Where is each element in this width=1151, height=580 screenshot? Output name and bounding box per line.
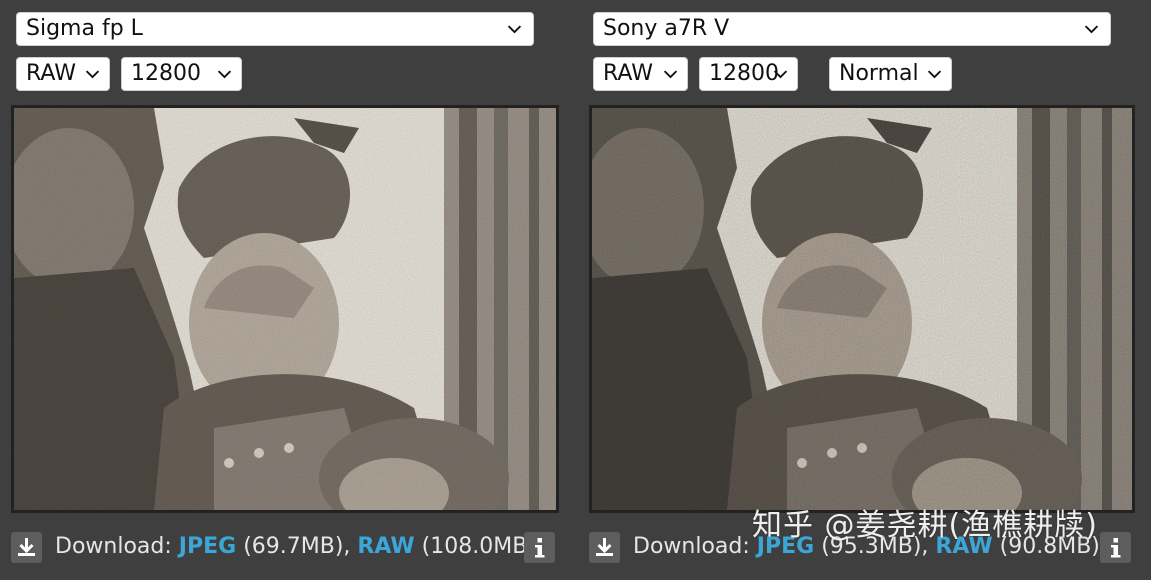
download-label: Download: [633, 534, 750, 559]
engraving-crop-image [14, 108, 556, 510]
info-button-right[interactable] [1100, 532, 1131, 563]
iso-select-value: 12800 [131, 61, 201, 86]
download-text-left: Download: JPEG (69.7MB), RAW (108.0MB) [55, 532, 536, 562]
format-select-right[interactable]: RAW [593, 57, 688, 91]
raw-file-size: (108.0MB) [421, 534, 536, 559]
camera-select-value: Sigma fp L [26, 16, 143, 41]
iso-select-right[interactable]: 12800 [699, 57, 798, 91]
iso-select-left[interactable]: 12800 [121, 57, 242, 91]
engraving-crop-image [592, 108, 1132, 510]
chevron-down-icon [927, 70, 942, 79]
download-icon [18, 538, 35, 556]
download-icon [596, 538, 613, 556]
camera-select-value: Sony a7R V [603, 16, 730, 41]
watermark-text: 知乎 @姜尧耕(渔樵耕牍) [752, 508, 1098, 543]
mode-select-right[interactable]: Normal [829, 57, 952, 91]
info-button-left[interactable] [524, 532, 555, 563]
format-select-left[interactable]: RAW [16, 57, 110, 91]
right-camera-panel: Sony a7R V RAW 12800 Normal Download: JP… [578, 0, 1151, 580]
iso-select-value: 12800 [709, 61, 779, 86]
chevron-down-icon [663, 70, 678, 79]
raw-download-link[interactable]: RAW [357, 534, 414, 559]
info-icon [535, 538, 545, 558]
format-select-value: RAW [603, 61, 653, 86]
comparison-viewer: Sigma fp L RAW 12800 Download: JPEG (69.… [0, 0, 1151, 580]
info-icon [1111, 538, 1121, 558]
jpeg-download-link[interactable]: JPEG [179, 534, 236, 559]
chevron-down-icon [217, 70, 232, 79]
sample-image-right[interactable] [589, 105, 1135, 513]
left-camera-panel: Sigma fp L RAW 12800 Download: JPEG (69.… [0, 0, 575, 580]
camera-select-right[interactable]: Sony a7R V [593, 12, 1111, 46]
chevron-down-icon [85, 70, 100, 79]
chevron-down-icon [773, 70, 788, 79]
camera-select-left[interactable]: Sigma fp L [16, 12, 534, 46]
download-button-right[interactable] [589, 532, 620, 563]
format-select-value: RAW [26, 61, 76, 86]
jpeg-file-size: (69.7MB), [243, 534, 351, 559]
sample-image-left[interactable] [11, 105, 559, 513]
chevron-down-icon [507, 25, 522, 34]
download-label: Download: [55, 534, 172, 559]
chevron-down-icon [1084, 25, 1099, 34]
download-button-left[interactable] [11, 532, 42, 563]
mode-select-value: Normal [839, 61, 919, 86]
download-row-left: Download: JPEG (69.7MB), RAW (108.0MB) [11, 530, 563, 564]
